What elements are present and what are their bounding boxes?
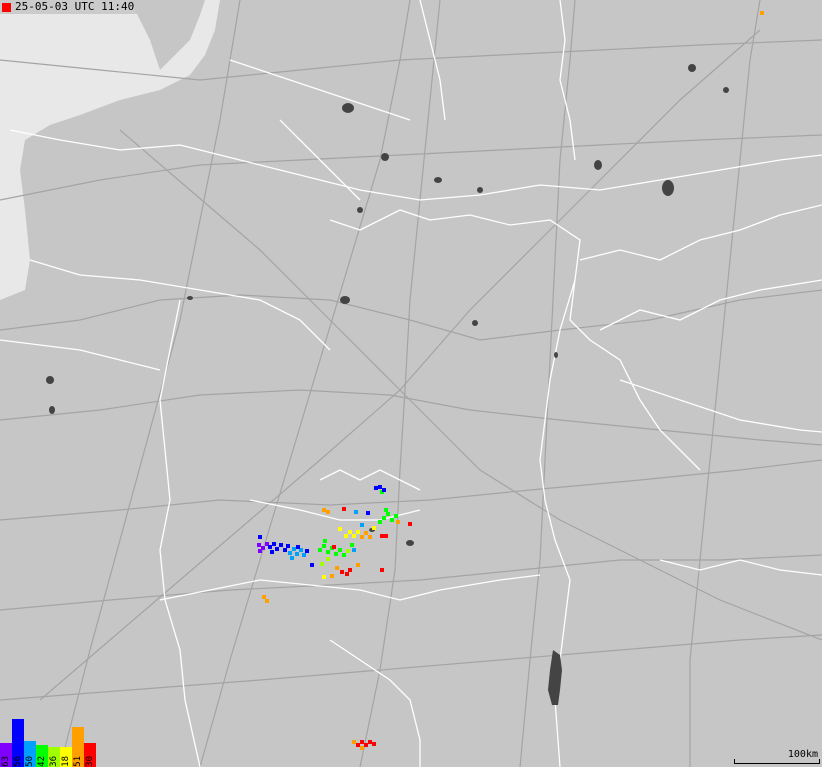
legend-bar-1: 56 bbox=[12, 719, 24, 767]
legend-bar-7: 30 bbox=[84, 743, 96, 767]
legend-bar-0: 63 bbox=[0, 743, 12, 767]
legend-bar-3: 42 bbox=[36, 745, 48, 767]
legend-bar-2: 50 bbox=[24, 741, 36, 767]
legend-bar-label: 50 bbox=[25, 756, 35, 767]
legend-bar-label: 51 bbox=[73, 756, 83, 767]
latest-strike-color-square bbox=[2, 2, 11, 12]
legend-bar-6: 51 bbox=[72, 727, 84, 767]
map-canvas[interactable] bbox=[0, 0, 822, 767]
strike-count-legend: 63 56 50 42 36 18 51 30 bbox=[0, 719, 96, 767]
scale-bar: 100km bbox=[734, 749, 820, 765]
legend-bar-label: 56 bbox=[13, 756, 23, 767]
legend-bar-label: 18 bbox=[61, 756, 71, 767]
timestamp-label: 25-05-03 UTC 11:40 bbox=[0, 0, 139, 14]
legend-bar-label: 30 bbox=[85, 756, 95, 767]
timestamp-text: 25-05-03 UTC 11:40 bbox=[15, 0, 135, 13]
scale-bar-line bbox=[734, 759, 820, 764]
legend-bar-5: 18 bbox=[60, 747, 72, 767]
legend-bar-4: 36 bbox=[48, 747, 60, 767]
legend-bar-label: 63 bbox=[1, 756, 11, 767]
legend-bar-label: 42 bbox=[37, 756, 47, 767]
legend-bar-label: 36 bbox=[49, 756, 59, 767]
